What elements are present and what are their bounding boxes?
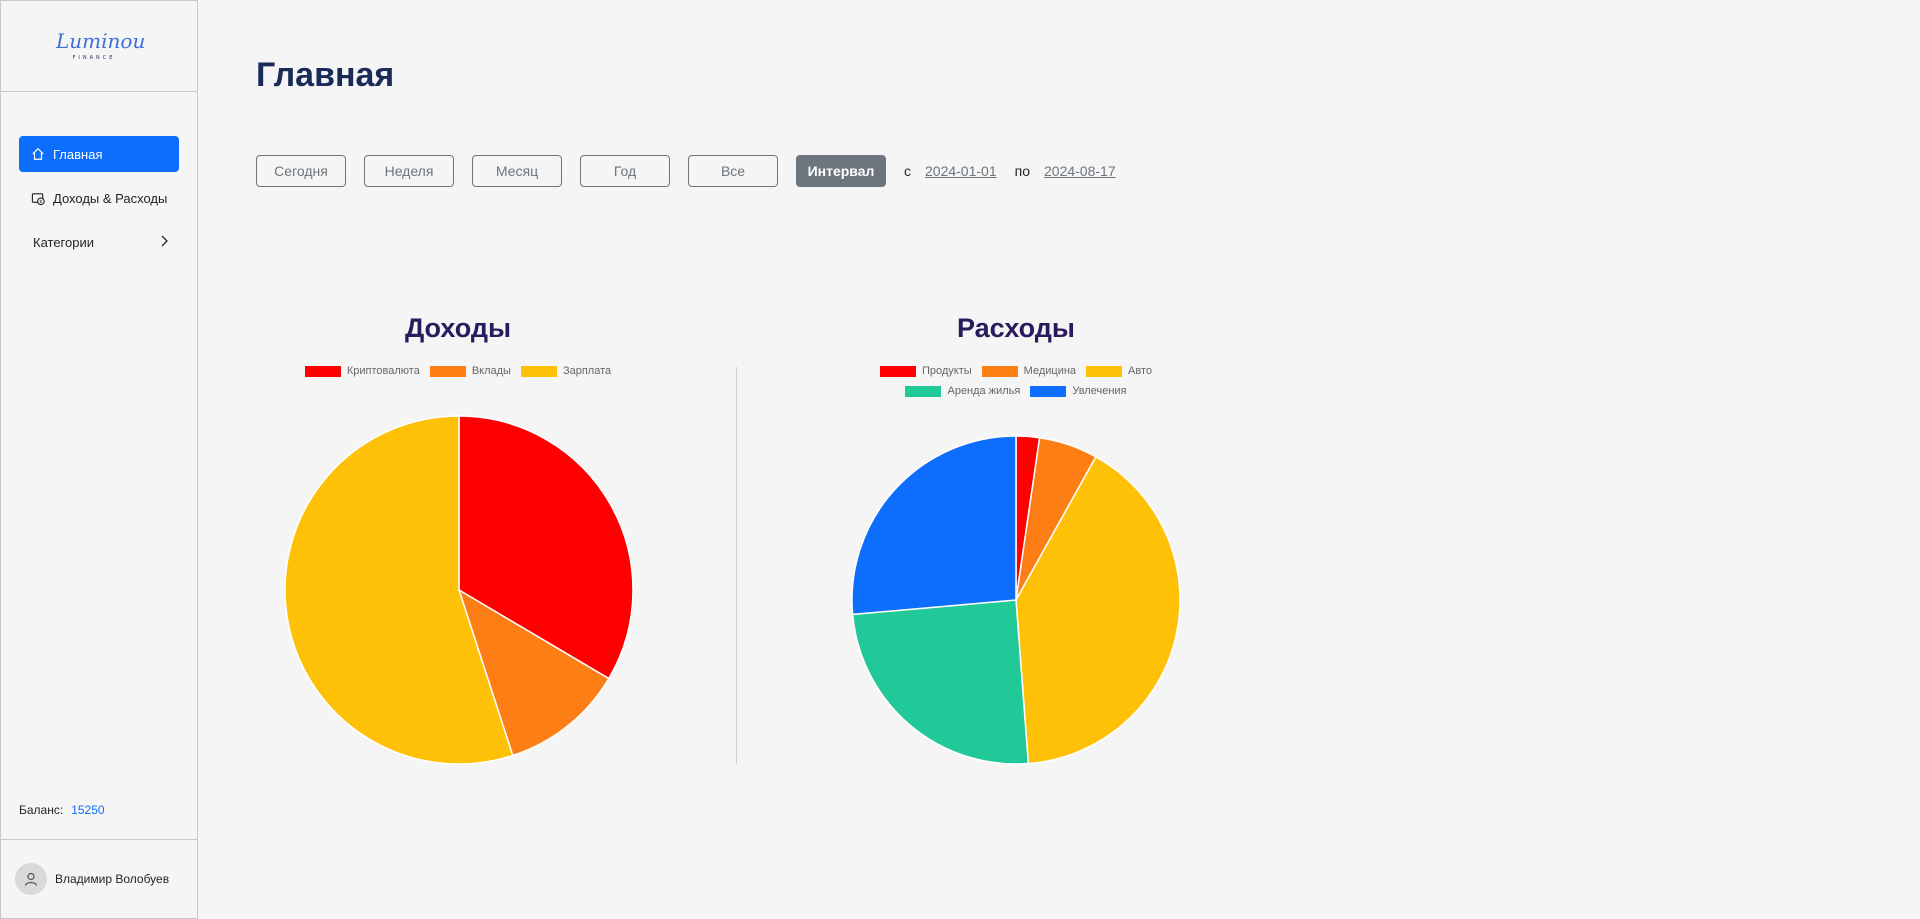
pie-slice-5[interactable] — [851, 435, 1017, 616]
svg-text:$: $ — [40, 199, 43, 204]
income-chart-title: Доходы — [404, 313, 512, 343]
period-filter: Сегодня Неделя Месяц Год Все Интервал с … — [256, 155, 1134, 187]
filter-year-button[interactable]: Год — [580, 155, 670, 187]
legend-label: Медицина — [1023, 365, 1077, 377]
user-profile[interactable]: Владимир Волобуев — [1, 839, 197, 918]
legend-swatch — [1086, 365, 1123, 377]
svg-text:FINANCE: FINANCE — [73, 55, 116, 61]
sidebar-item-income-expenses[interactable]: $ Доходы & Расходы — [19, 180, 179, 216]
income-chart-legend: Криптовалюта Вклады Зарплата — [258, 365, 658, 385]
sidebar: Luminous FINANCE Главная $ Доходы & Расх… — [0, 0, 198, 919]
filter-all-button[interactable]: Все — [688, 155, 778, 187]
avatar[interactable] — [15, 863, 47, 895]
filter-month-button[interactable]: Месяц — [472, 155, 562, 187]
legend-swatch — [304, 365, 341, 377]
home-icon — [31, 146, 47, 162]
sidebar-item-label: Главная — [53, 146, 103, 162]
legend-item[interactable]: Продукты — [879, 365, 972, 377]
legend-label: Увлечения — [1072, 385, 1127, 397]
legend-row: Аренда жилья Увлечения — [816, 385, 1216, 397]
legend-label: Аренда жилья — [947, 385, 1021, 397]
filter-interval-button[interactable]: Интервал — [796, 155, 886, 187]
user-name: Владимир Волобуев — [55, 872, 170, 886]
filter-week-button[interactable]: Неделя — [364, 155, 454, 187]
to-date-picker[interactable]: 2024-08-17 — [1044, 163, 1116, 179]
legend-label: Продукты — [921, 365, 972, 377]
legend-swatch — [879, 365, 916, 377]
legend-item[interactable]: Криптовалюта — [304, 365, 420, 377]
pie-slice-4[interactable] — [851, 599, 1030, 765]
svg-text:Luminous: Luminous — [55, 29, 144, 53]
wallet-icon: $ — [31, 190, 47, 206]
charts-divider — [736, 367, 737, 764]
legend-item[interactable]: Авто — [1086, 365, 1152, 377]
legend-swatch — [905, 385, 942, 397]
legend-item[interactable]: Увлечения — [1030, 385, 1127, 397]
page-title: Главная — [256, 56, 395, 94]
expenses-pie-chart — [851, 435, 1181, 765]
legend-label: Криптовалюта — [346, 365, 420, 377]
legend-swatch — [429, 365, 466, 377]
user-icon — [24, 872, 38, 886]
legend-item[interactable]: Аренда жилья — [905, 385, 1020, 397]
legend-item[interactable]: Вклады — [429, 365, 511, 377]
logo-area: Luminous FINANCE — [1, 1, 197, 92]
income-pie-chart — [284, 415, 634, 765]
legend-row: Продукты Медицина Авто — [816, 365, 1216, 377]
balance-label: Баланс: — [19, 803, 64, 817]
legend-swatch — [981, 365, 1018, 377]
legend-label: Вклады — [471, 365, 511, 377]
balance: Баланс: 15250 — [19, 803, 105, 817]
sidebar-item-label: Категории — [33, 234, 94, 250]
legend-item[interactable]: Зарплата — [520, 365, 612, 377]
sidebar-item-label: Доходы & Расходы — [53, 190, 168, 206]
logo[interactable]: Luminous FINANCE — [54, 28, 144, 64]
from-label: с — [904, 163, 911, 179]
legend-row: Криптовалюта Вклады Зарплата — [258, 365, 658, 377]
filter-today-button[interactable]: Сегодня — [256, 155, 346, 187]
legend-swatch — [1030, 385, 1067, 397]
to-label: по — [1014, 163, 1030, 179]
sidebar-item-categories[interactable]: Категории — [19, 224, 179, 260]
from-date-picker[interactable]: 2024-01-01 — [925, 163, 997, 179]
legend-label: Авто — [1128, 365, 1153, 377]
legend-swatch — [520, 365, 557, 377]
sidebar-nav: Главная $ Доходы & Расходы Категории — [1, 92, 197, 260]
chevron-right-icon — [159, 235, 169, 250]
sidebar-item-home[interactable]: Главная — [19, 136, 179, 172]
expenses-chart-legend: Продукты Медицина Авто Аренда жилья Увлечени… — [816, 365, 1216, 405]
balance-value: 15250 — [71, 803, 105, 817]
expenses-chart-title: Расходы — [956, 313, 1075, 343]
legend-label: Зарплата — [562, 365, 612, 377]
legend-item[interactable]: Медицина — [981, 365, 1077, 377]
